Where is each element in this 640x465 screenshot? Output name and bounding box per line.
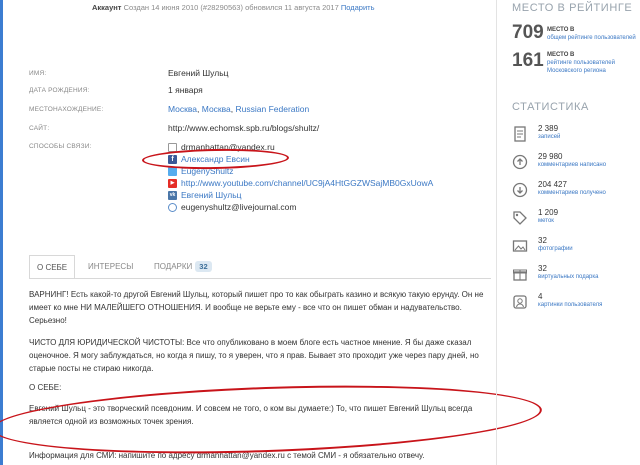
- rank-region-caption: МЕСТО В рейтинге пользователей Московско…: [547, 51, 639, 75]
- comments-received-icon: [512, 182, 528, 198]
- bio-legal: ЧИСТО ДЛЯ ЮРИДИЧЕСКОЙ ЧИСТОТЫ: Все что о…: [29, 338, 479, 373]
- bio-warning: ВАРНИНГ! Есть какой-то другой Евгений Шу…: [29, 290, 484, 325]
- tab-gifts[interactable]: ПОДАРКИ 32: [154, 255, 212, 279]
- stat-userpics-label: картинки пользователя: [538, 302, 603, 308]
- contact-livejournal-text: eugenyshultz@livejournal.com: [181, 202, 297, 212]
- stat-posts-label: записей: [538, 134, 561, 140]
- rank-region-number: 161: [512, 50, 544, 71]
- stat-posts-value: 2 389: [538, 124, 559, 133]
- location-city-link[interactable]: Москва: [168, 104, 197, 114]
- stat-gifts[interactable]: 32 виртуальных подарка: [512, 264, 638, 290]
- gifts-icon: [513, 269, 527, 281]
- tab-about[interactable]: О СЕБЕ: [29, 255, 76, 279]
- stat-comments-received-value: 204 427: [538, 180, 567, 189]
- location-label: МЕСТОНАХОЖДЕНИЕ:: [29, 106, 104, 113]
- name-value: Евгений Шульц: [168, 68, 229, 78]
- rank-region-link[interactable]: рейтинге пользователей Московского регио…: [547, 59, 639, 75]
- contact-email-text: drmanhattan@yandex.ru: [181, 142, 275, 152]
- stats-title: СТАТИСТИКА: [512, 101, 589, 113]
- contact-facebook[interactable]: f Александр Евсин: [168, 153, 250, 165]
- stat-photos-label: фотографии: [538, 246, 573, 252]
- posts-icon: [514, 126, 526, 142]
- site-link[interactable]: http://www.echomsk.spb.ru/blogs/shultz/: [168, 123, 319, 133]
- bio-about-heading: О СЕБЕ:: [29, 383, 62, 392]
- account-updated: обновился 11 августа 2017: [245, 3, 339, 12]
- stat-photos[interactable]: 32 фотографии: [512, 236, 638, 262]
- contact-facebook-text: Александр Евсин: [181, 154, 250, 164]
- location-region-link[interactable]: Москва: [202, 104, 231, 114]
- rank-overall-caption: МЕСТО В общем рейтинге пользователей: [547, 26, 639, 42]
- contact-twitter-text: EugenyShultz: [181, 166, 234, 176]
- rank-region-title: МЕСТО В: [547, 52, 575, 58]
- birthday-value: 1 января: [168, 85, 203, 95]
- rank-overall-number: 709: [512, 22, 544, 43]
- contact-twitter[interactable]: EugenyShultz: [168, 165, 233, 177]
- contact-vk-text: Евгений Шульц: [181, 190, 242, 200]
- stat-posts[interactable]: 2 389 записей: [512, 124, 638, 150]
- location-country-link[interactable]: Russian Federation: [236, 104, 310, 114]
- comments-written-icon: [512, 154, 528, 170]
- stat-gifts-label: виртуальных подарка: [538, 274, 599, 280]
- birthday-label: ДАТА РОЖДЕНИЯ:: [29, 87, 90, 94]
- twitter-icon: [168, 166, 177, 176]
- stat-comments-received-label: комментариев получено: [538, 190, 606, 196]
- account-info: Аккаунт Создан 14 июня 2010 (#28290563) …: [92, 3, 375, 12]
- account-created: Создан 14 июня 2010 (#28290563): [123, 3, 243, 12]
- stat-comments-written-value: 29 980: [538, 152, 563, 161]
- rank-overall-link[interactable]: общем рейтинге пользователей: [547, 34, 639, 42]
- bio-press: Информация для СМИ: напишите по адресу d…: [29, 451, 425, 460]
- stat-userpics[interactable]: 4 картинки пользователя: [512, 292, 638, 318]
- stat-tags[interactable]: 1 209 меток: [512, 208, 638, 234]
- stat-comments-written-label: комментариев написано: [538, 162, 607, 168]
- site-label: САЙТ:: [29, 125, 50, 132]
- photos-icon: [512, 240, 528, 252]
- stat-photos-value: 32: [538, 236, 547, 245]
- mail-icon: [168, 142, 177, 152]
- stat-tags-value: 1 209: [538, 208, 559, 217]
- bio-about-text: Евгений Шульц - это творческий псевдоним…: [29, 404, 473, 426]
- stat-comments-written[interactable]: 29 980 комментариев написано: [512, 152, 638, 178]
- vk-icon: vk: [168, 190, 177, 200]
- livejournal-icon: [168, 202, 177, 212]
- contact-youtube-text: http://www.youtube.com/channel/UC9jA4HtG…: [181, 178, 434, 188]
- stat-gifts-value: 32: [538, 264, 547, 273]
- rating-title: МЕСТО В РЕЙТИНГЕ: [512, 2, 633, 14]
- name-label: ИМЯ:: [29, 70, 47, 77]
- tabs-divider: [29, 278, 491, 279]
- account-label: Аккаунт: [92, 3, 122, 12]
- sidebar: МЕСТО В РЕЙТИНГЕ 709 МЕСТО В общем рейти…: [496, 0, 640, 465]
- rank-overall-title: МЕСТО В: [547, 27, 575, 33]
- contact-email[interactable]: drmanhattan@yandex.ru: [168, 141, 275, 153]
- tab-interests[interactable]: ИНТЕРЕСЫ: [88, 255, 133, 279]
- contact-vk[interactable]: vk Евгений Шульц: [168, 189, 242, 201]
- userpics-icon: [513, 295, 527, 309]
- stat-tags-label: меток: [538, 218, 554, 224]
- contacts-label: СПОСОБЫ СВЯЗИ:: [29, 143, 92, 150]
- stat-comments-received[interactable]: 204 427 комментариев получено: [512, 180, 638, 206]
- contact-livejournal[interactable]: eugenyshultz@livejournal.com: [168, 201, 296, 213]
- youtube-icon: ▶: [168, 178, 177, 188]
- tags-icon: [513, 211, 527, 225]
- tab-gifts-label: ПОДАРКИ: [154, 262, 193, 271]
- gifts-count-badge: 32: [195, 261, 212, 272]
- contacts-row: СПОСОБЫ СВЯЗИ: drmanhattan@yandex.ru f А…: [29, 141, 489, 221]
- facebook-icon: f: [168, 154, 177, 164]
- stat-userpics-value: 4: [538, 292, 543, 301]
- gift-link[interactable]: Подарить: [341, 3, 375, 12]
- location-value: Москва, Москва, Russian Federation: [168, 104, 310, 114]
- contact-youtube[interactable]: ▶ http://www.youtube.com/channel/UC9jA4H…: [168, 177, 433, 189]
- profile-main: Аккаунт Создан 14 июня 2010 (#28290563) …: [0, 0, 543, 465]
